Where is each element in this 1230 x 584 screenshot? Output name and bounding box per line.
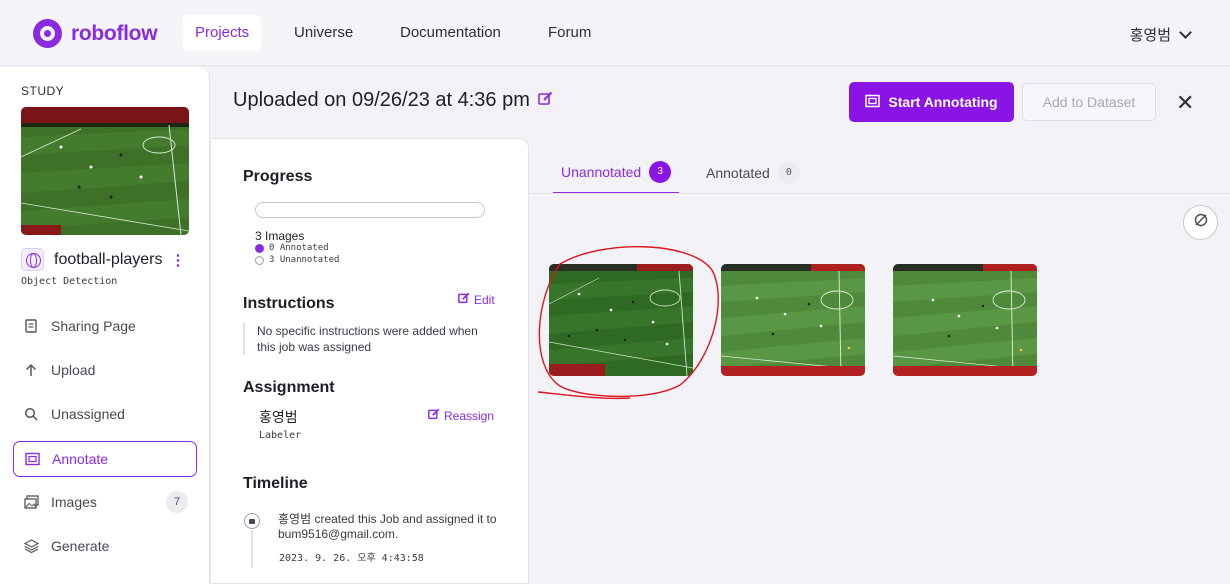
project-sidebar: STUDY football-players ⋮ Object Detectio… (0, 67, 210, 584)
workspace-label: STUDY (21, 84, 65, 98)
roboflow-logo-icon (33, 19, 62, 48)
job-info-panel: Progress 3 Images 0 Annotated 3 Unannota… (210, 138, 529, 584)
eye-off-icon (1193, 212, 1209, 233)
sidebar-item-annotate[interactable]: Annotate (13, 441, 197, 477)
edit-label: Edit (474, 292, 495, 307)
tabs-divider (529, 193, 1230, 194)
sidebar-item-label: Annotate (52, 451, 109, 467)
nav-universe[interactable]: Universe (282, 15, 365, 51)
tab-annotated[interactable]: Annotated 0 (698, 152, 808, 194)
image-thumbnail[interactable] (549, 264, 693, 376)
tab-count-badge: 3 (649, 161, 672, 183)
assignee-role: Labeler (259, 430, 302, 441)
timeline-event-icon (244, 513, 260, 529)
sidebar-item-generate[interactable]: Generate (13, 528, 197, 564)
nav-projects[interactable]: Projects (183, 15, 262, 51)
reassign-link[interactable]: Reassign (428, 408, 494, 423)
more-options-icon[interactable]: ⋮ (171, 251, 186, 269)
project-type: Object Detection (21, 276, 118, 287)
job-title-text: Uploaded on 09/26/23 at 4:36 pm (233, 89, 530, 111)
page-icon (23, 318, 39, 334)
tab-label: Annotated (706, 165, 770, 181)
edit-pencil-icon (428, 408, 440, 423)
sidebar-item-label: Sharing Page (51, 318, 136, 334)
sidebar-item-label: Generate (51, 538, 110, 554)
hide-annotations-toggle[interactable] (1183, 205, 1218, 240)
add-to-dataset-button[interactable]: Add to Dataset (1022, 83, 1156, 121)
timeline-entry: 홍영범 created this Job and assigned it to … (278, 512, 497, 541)
assignment-heading: Assignment (243, 379, 335, 396)
tab-label: Unannotated (561, 164, 642, 180)
progress-heading: Progress (243, 168, 313, 185)
user-menu[interactable]: 홍영범 (1129, 24, 1192, 45)
upload-arrow-icon (23, 362, 39, 378)
image-count: 3 Images (255, 229, 305, 243)
sidebar-item-label: Unassigned (51, 406, 125, 422)
nav-documentation[interactable]: Documentation (388, 15, 513, 51)
image-thumbnail[interactable] (893, 264, 1037, 376)
edit-instructions-link[interactable]: Edit (458, 292, 495, 307)
annotated-count: 0 Annotated (269, 243, 329, 253)
unannotated-count: 3 Unannotated (269, 255, 340, 265)
chevron-down-icon (1179, 25, 1192, 39)
image-thumbnail[interactable] (721, 264, 865, 376)
project-title-row: football-players ⋮ (21, 248, 186, 271)
unannotated-dot-icon (255, 255, 264, 265)
start-annotating-label: Start Annotating (888, 94, 998, 110)
annotate-icon (24, 451, 40, 467)
roboflow-logo[interactable]: roboflow (33, 19, 158, 48)
sidebar-item-unassigned[interactable]: Unassigned (13, 396, 197, 432)
annotated-legend: 0 Annotated (255, 243, 329, 253)
annotate-icon (865, 94, 881, 111)
edit-pencil-icon (458, 292, 470, 307)
sidebar-item-sharing-page[interactable]: Sharing Page (13, 308, 197, 344)
brand-name: roboflow (71, 21, 158, 45)
nav-forum[interactable]: Forum (536, 15, 603, 51)
assignee-name: 홍영범 (259, 409, 298, 425)
images-icon (23, 494, 39, 510)
reassign-label: Reassign (444, 408, 495, 423)
close-icon[interactable]: ✕ (1176, 92, 1194, 114)
user-name: 홍영범 (1129, 27, 1171, 44)
job-title: Uploaded on 09/26/23 at 4:36 pm (233, 89, 553, 112)
start-annotating-button[interactable]: Start Annotating (849, 82, 1014, 122)
timeline-date: 2023. 9. 26. 오후 4:43:58 (279, 553, 424, 564)
instructions-heading: Instructions (243, 295, 335, 312)
top-navigation: roboflow Projects Universe Documentation… (0, 0, 1230, 66)
layers-icon (23, 538, 39, 554)
sidebar-item-upload[interactable]: Upload (13, 352, 197, 388)
globe-icon (21, 248, 44, 271)
sidebar-item-label: Images (51, 494, 97, 510)
tab-count-badge: 0 (777, 162, 800, 184)
images-count-badge: 7 (166, 491, 188, 513)
tab-unannotated[interactable]: Unannotated 3 (553, 152, 680, 194)
project-name: football-players (54, 250, 163, 268)
sidebar-item-images[interactable]: Images 7 (13, 484, 197, 520)
project-thumbnail (21, 107, 189, 235)
progress-bar (255, 202, 485, 218)
timeline-connector (251, 530, 253, 568)
search-icon (23, 406, 39, 422)
timeline-heading: Timeline (243, 475, 308, 492)
instructions-text: No specific instructions were added when… (243, 323, 493, 355)
unannotated-legend: 3 Unannotated (255, 255, 339, 265)
sidebar-item-label: Upload (51, 362, 96, 378)
edit-pencil-icon[interactable] (538, 91, 553, 110)
annotated-dot-icon (255, 243, 264, 253)
